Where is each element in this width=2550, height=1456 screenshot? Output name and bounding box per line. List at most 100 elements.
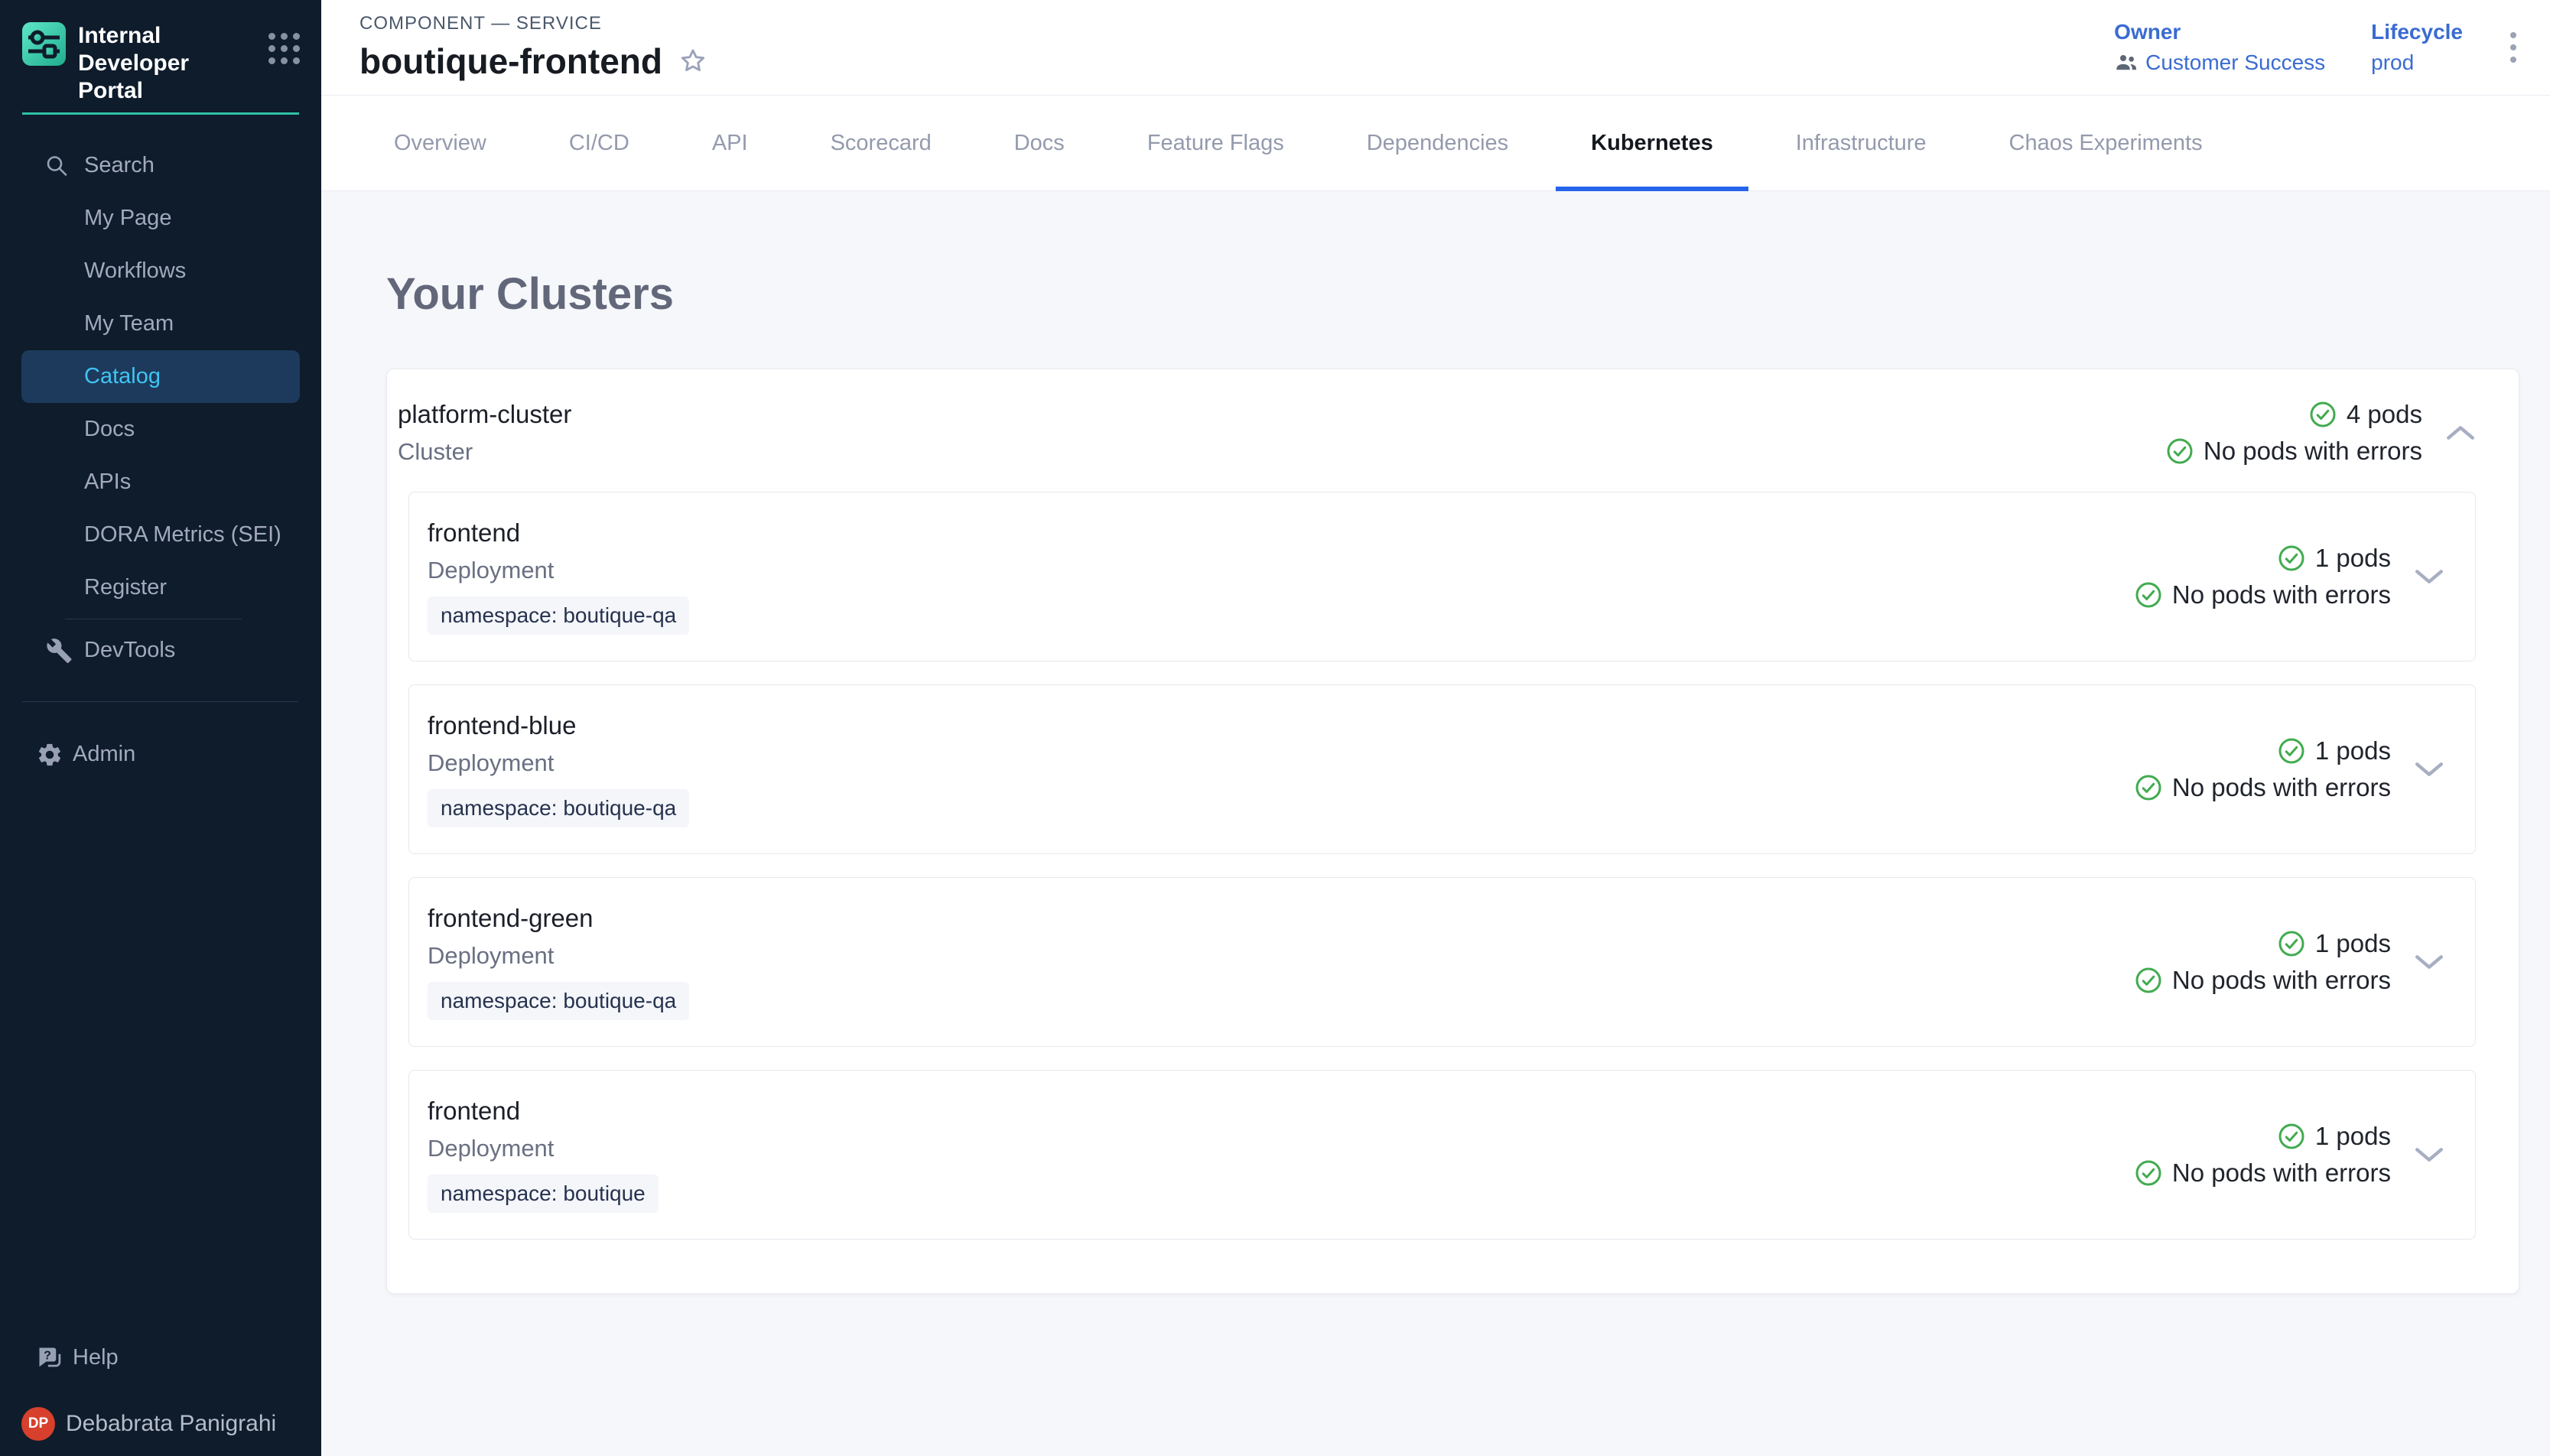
cluster-info: platform-cluster Cluster: [398, 400, 571, 466]
deployment-kind: Deployment: [428, 1135, 554, 1162]
check-circle-icon: [2278, 930, 2305, 957]
sidebar-item[interactable]: My Team: [21, 297, 300, 350]
namespace-badge: namespace: boutique: [428, 1175, 659, 1213]
check-circle-icon: [2278, 1123, 2305, 1150]
favorite-star-icon[interactable]: [678, 46, 708, 76]
sidebar-item[interactable]: Workflows: [21, 245, 300, 297]
sidebar-item[interactable]: APIs: [21, 456, 300, 509]
pods-count: 4 pods: [2347, 400, 2422, 429]
tab[interactable]: API: [677, 96, 783, 190]
errors-status: No pods with errors: [2135, 773, 2391, 802]
sidebar-spacer: [0, 781, 321, 1331]
sidebar-item-label: Workflows: [84, 258, 186, 284]
entity-tabbar: Overview CI/CD API Scorecard Docs: [321, 96, 2550, 191]
tab[interactable]: Kubernetes: [1556, 96, 1748, 190]
sidebar-item[interactable]: Catalog: [21, 350, 300, 403]
namespace-badge: namespace: boutique-qa: [428, 789, 689, 827]
check-circle-icon: [2135, 1159, 2162, 1187]
tab-label: Overview: [394, 131, 486, 156]
more-options-icon[interactable]: [2506, 28, 2521, 67]
tab[interactable]: CI/CD: [534, 96, 665, 190]
sidebar-logo-row: Internal Developer Portal: [0, 0, 321, 105]
app-grid-icon[interactable]: [268, 33, 300, 64]
tab[interactable]: Infrastructure: [1761, 96, 1962, 190]
pods-status: 1 pods: [2278, 929, 2391, 958]
sidebar-item[interactable]: Register: [21, 561, 300, 614]
owner-link[interactable]: Customer Success: [2114, 50, 2325, 75]
cluster-name: platform-cluster: [398, 400, 571, 429]
deployment-info: frontend-green Deployment namespace: bou…: [428, 904, 689, 1020]
errors-status: No pods with errors: [2135, 966, 2391, 995]
sidebar-item-label: My Team: [84, 311, 174, 336]
pods-status: 1 pods: [2278, 544, 2391, 573]
deployment-card[interactable]: frontend-green Deployment namespace: bou…: [408, 877, 2476, 1047]
people-icon: [2114, 50, 2139, 75]
errors-text: No pods with errors: [2172, 580, 2391, 609]
tab[interactable]: Overview: [359, 96, 522, 190]
deployment-info: frontend Deployment namespace: boutique: [428, 1097, 659, 1213]
tab[interactable]: Dependencies: [1332, 96, 1543, 190]
owner-label: Owner: [2114, 20, 2325, 44]
errors-text: No pods with errors: [2172, 966, 2391, 995]
portal-logo-icon: [22, 22, 66, 66]
svg-text:?: ?: [44, 1349, 51, 1362]
deployment-name: frontend: [428, 518, 520, 548]
avatar: DP: [21, 1407, 55, 1441]
sidebar-item-help[interactable]: ? Help: [21, 1331, 300, 1384]
deployment-info: frontend-blue Deployment namespace: bout…: [428, 711, 689, 827]
chevron-down-icon[interactable]: [2414, 761, 2444, 778]
tab[interactable]: Chaos Experiments: [1974, 96, 2238, 190]
sidebar-item-label: Help: [73, 1345, 119, 1370]
sidebar-item-devtools[interactable]: DevTools: [21, 624, 300, 677]
sidebar-item-label: Docs: [84, 417, 135, 442]
lifecycle-value: prod: [2371, 50, 2463, 75]
errors-status: No pods with errors: [2135, 1159, 2391, 1188]
chevron-down-icon[interactable]: [2414, 954, 2444, 970]
tab[interactable]: Scorecard: [795, 96, 967, 190]
cluster-card: platform-cluster Cluster 4 pods: [386, 369, 2519, 1294]
check-circle-icon: [2135, 967, 2162, 994]
clusters-heading: Your Clusters: [386, 268, 2519, 321]
cluster-status: 4 pods No pods with errors: [2166, 400, 2422, 466]
cluster-header[interactable]: platform-cluster Cluster 4 pods: [387, 369, 2519, 492]
owner-value: Customer Success: [2145, 50, 2325, 75]
check-circle-icon: [2278, 737, 2305, 765]
search-icon: [44, 153, 70, 178]
chevron-down-icon[interactable]: [2414, 568, 2444, 585]
sidebar-item-label: DORA Metrics (SEI): [84, 522, 281, 548]
user-menu[interactable]: DP Debabrata Panigrahi: [21, 1407, 300, 1441]
deployment-card[interactable]: frontend-blue Deployment namespace: bout…: [408, 684, 2476, 854]
errors-text: No pods with errors: [2172, 773, 2391, 802]
help-chat-icon: ?: [36, 1344, 63, 1372]
tab[interactable]: Feature Flags: [1112, 96, 1319, 190]
pods-status: 1 pods: [2278, 736, 2391, 765]
wrench-icon: [46, 637, 73, 664]
errors-status: No pods with errors: [2135, 580, 2391, 609]
tab-label: CI/CD: [569, 131, 629, 156]
sidebar-item-label: Register: [84, 575, 167, 600]
main-column: COMPONENT — SERVICE boutique-frontend Ow…: [321, 0, 2550, 1456]
errors-text: No pods with errors: [2172, 1159, 2391, 1188]
sidebar-item-admin[interactable]: Admin: [21, 728, 300, 781]
deployment-card[interactable]: frontend Deployment namespace: boutique: [408, 1070, 2476, 1240]
chevron-up-icon[interactable]: [2445, 424, 2476, 441]
check-circle-icon: [2309, 401, 2337, 428]
sidebar-item-label: Admin: [73, 742, 135, 767]
sidebar-item-label: DevTools: [84, 638, 175, 663]
deployment-card[interactable]: frontend Deployment namespace: boutique-…: [408, 492, 2476, 661]
sidebar-nav: Search My Page Workflows My Team Catalog: [0, 139, 321, 614]
deployment-status: 1 pods No pods with errors: [2135, 544, 2391, 609]
gear-icon: [36, 741, 63, 769]
pods-count: 1 pods: [2315, 929, 2391, 958]
sidebar: Internal Developer Portal Search My Page: [0, 0, 321, 1456]
check-circle-icon: [2278, 544, 2305, 572]
pods-count: 1 pods: [2315, 736, 2391, 765]
chevron-down-icon[interactable]: [2414, 1146, 2444, 1163]
tab[interactable]: Docs: [979, 96, 1100, 190]
sidebar-item[interactable]: DORA Metrics (SEI): [21, 509, 300, 561]
sidebar-item[interactable]: Docs: [21, 403, 300, 456]
check-circle-icon: [2166, 437, 2194, 465]
sidebar-item-search[interactable]: Search: [21, 139, 300, 192]
entity-header: COMPONENT — SERVICE boutique-frontend Ow…: [321, 0, 2550, 96]
sidebar-item[interactable]: My Page: [21, 192, 300, 245]
